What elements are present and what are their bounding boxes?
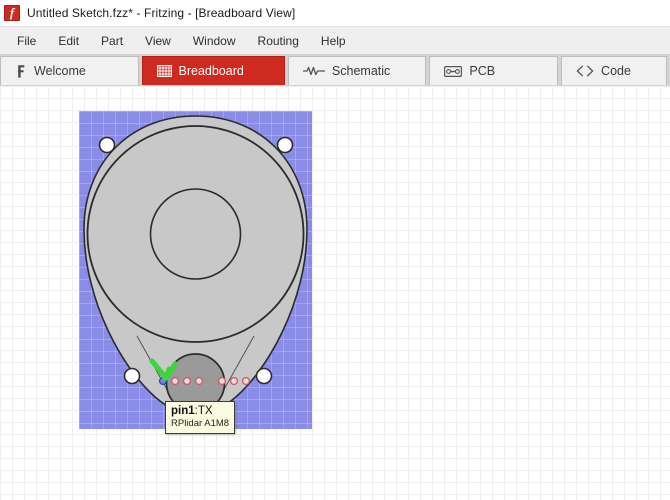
mounting-hole-bottom-left bbox=[123, 367, 141, 385]
title-bar: Untitled Sketch.fzz* - Fritzing - [Bread… bbox=[0, 0, 670, 26]
resistor-icon bbox=[302, 66, 325, 76]
part-rplidar-a1m8[interactable] bbox=[79, 111, 312, 429]
connector-pin7[interactable] bbox=[241, 376, 251, 386]
window-title: Untitled Sketch.fzz* - Fritzing - [Bread… bbox=[27, 6, 296, 20]
connector-pin3[interactable] bbox=[182, 376, 192, 386]
menu-bar: File Edit Part View Window Routing Help bbox=[0, 26, 670, 54]
connector-pin6[interactable] bbox=[229, 376, 239, 386]
tooltip-pin-label: pin1 bbox=[171, 405, 195, 417]
tab-schematic-label: Schematic bbox=[331, 64, 391, 78]
menu-item-routing[interactable]: Routing bbox=[247, 30, 310, 52]
mounting-hole-top-right bbox=[276, 136, 294, 154]
connector-pin5[interactable] bbox=[217, 376, 227, 386]
pcb-icon bbox=[444, 65, 463, 77]
connector-pin2[interactable] bbox=[170, 376, 180, 386]
fritzing-f-icon bbox=[17, 64, 25, 78]
tab-breadboard[interactable]: Breadboard bbox=[141, 56, 285, 85]
tab-breadboard-label: Breadboard bbox=[178, 64, 244, 78]
tooltip-part-name: RPlidar A1M8 bbox=[171, 418, 230, 429]
menu-item-part[interactable]: Part bbox=[90, 30, 134, 52]
right-connector-group[interactable] bbox=[217, 376, 251, 386]
menu-item-help[interactable]: Help bbox=[310, 30, 357, 52]
fritzing-logo-icon bbox=[4, 5, 20, 21]
part-inner-hub-circle bbox=[149, 188, 242, 280]
menu-item-file[interactable]: File bbox=[6, 30, 47, 52]
menu-item-window[interactable]: Window bbox=[182, 30, 247, 52]
view-tab-bar: Welcome Breadboard Schematic PCB Code bbox=[0, 54, 670, 86]
tab-pcb[interactable]: PCB bbox=[429, 56, 559, 85]
connector-pin1[interactable] bbox=[158, 376, 168, 386]
tab-code-label: Code bbox=[601, 64, 631, 78]
connector-pin4[interactable] bbox=[194, 376, 204, 386]
mounting-hole-bottom-right bbox=[255, 367, 273, 385]
mounting-hole-top-left bbox=[98, 136, 116, 154]
fritzing-application-window: Untitled Sketch.fzz* - Fritzing - [Bread… bbox=[0, 0, 670, 500]
tab-welcome[interactable]: Welcome bbox=[0, 56, 139, 85]
tab-welcome-label: Welcome bbox=[34, 64, 86, 78]
menu-item-edit[interactable]: Edit bbox=[47, 30, 90, 52]
connector-tooltip: pin1:TX RPlidar A1M8 bbox=[165, 401, 236, 434]
angle-brackets-icon bbox=[576, 65, 594, 77]
tab-schematic[interactable]: Schematic bbox=[287, 56, 427, 85]
menu-item-view[interactable]: View bbox=[134, 30, 182, 52]
tab-pcb-label: PCB bbox=[469, 64, 496, 78]
tooltip-pin-line: pin1:TX bbox=[171, 404, 229, 418]
tab-code[interactable]: Code bbox=[561, 56, 667, 85]
breadboard-canvas[interactable]: pin1:TX RPlidar A1M8 bbox=[0, 86, 670, 500]
tooltip-pin-signal: TX bbox=[197, 405, 213, 417]
breadboard-icon bbox=[156, 65, 172, 77]
